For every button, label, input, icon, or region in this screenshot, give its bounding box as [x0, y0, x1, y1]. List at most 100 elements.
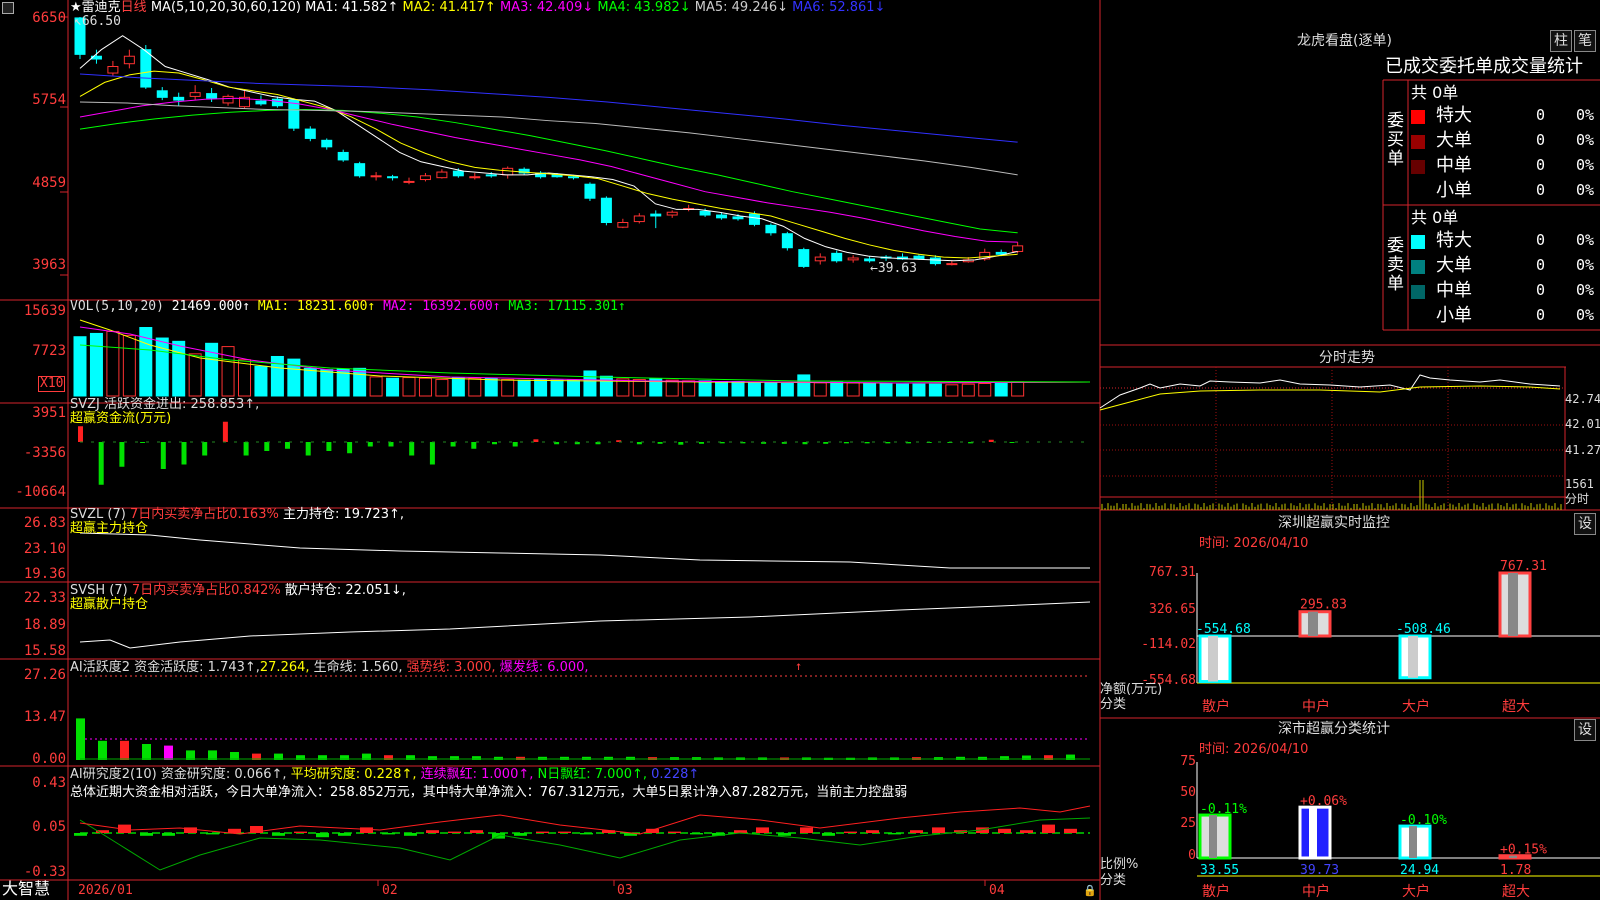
candle	[140, 49, 152, 88]
volume-bar	[320, 369, 334, 397]
svzj-bar	[512, 442, 518, 447]
panel-title: 龙虎看盘(逐单)	[1297, 33, 1392, 49]
buy-total: 共 0单	[1411, 83, 1459, 102]
svsh-axis-label: 18.89	[23, 617, 66, 633]
svzl-header: SVZL (7) 7日内买卖净占比0.163% 主力持仓: 19.723↑,	[70, 507, 404, 522]
intraday-axis-label: 1561	[1565, 477, 1594, 491]
volume-bar	[961, 383, 975, 397]
tick-mode-button[interactable]: 笔	[1574, 30, 1596, 52]
candle	[107, 66, 119, 74]
svzj-bar	[140, 442, 146, 443]
candle	[929, 257, 941, 265]
ai-research-bar	[1020, 830, 1033, 833]
ai-active-marker: ↑	[795, 659, 802, 673]
volume-bar	[632, 379, 646, 397]
monitor-bar-shade	[1308, 611, 1318, 636]
high-marker: ↖66.50	[74, 14, 121, 29]
ai-active-axis-label: 0.00	[32, 751, 66, 767]
tab-bar: 已成交委托单成交量统计	[1385, 57, 1583, 77]
ai-research-bar	[932, 827, 945, 833]
sell-row-pct: 0%	[1576, 231, 1595, 249]
classify-settings-button[interactable]: 设	[1574, 719, 1596, 741]
sell-row-pct: 0%	[1576, 256, 1595, 274]
tab-orders[interactable]: 委托单	[1439, 56, 1493, 77]
monitor-category: 大户	[1402, 698, 1430, 715]
svzj-bar	[243, 442, 249, 456]
candle	[814, 256, 826, 262]
candle	[666, 211, 678, 216]
volume-bar	[764, 382, 778, 397]
monitor-settings-button[interactable]: 设	[1574, 513, 1596, 535]
volume-bar	[715, 381, 729, 397]
svzj-bar	[285, 442, 290, 449]
candle	[600, 197, 612, 224]
tab-volume-stats[interactable]: 成交量统计	[1493, 56, 1583, 77]
candle	[699, 210, 711, 216]
ai-research-bar	[536, 831, 549, 833]
monitor-xlabel: 分类	[1100, 697, 1127, 712]
volume-bar	[254, 365, 268, 397]
bar-mode-button[interactable]: 柱	[1550, 30, 1572, 52]
buy-row-name: 中单	[1436, 155, 1472, 176]
volume-bar	[353, 367, 367, 397]
ma-value-5: MA5: 49.246↓	[690, 0, 789, 15]
candle	[370, 175, 382, 178]
intraday-title: 分时走势	[1319, 350, 1375, 366]
ai-active-bar	[516, 756, 525, 760]
brand-label[interactable]: 大智慧	[2, 881, 50, 897]
ai-research-green-line	[79, 817, 1091, 871]
monitor-title: 深圳超赢实时监控	[1278, 515, 1390, 531]
volume-bar	[303, 367, 317, 397]
candle	[436, 171, 448, 179]
svzj-bar	[1009, 442, 1015, 443]
ai-research-bar	[800, 827, 813, 833]
candle	[748, 213, 760, 225]
candle	[156, 90, 168, 98]
ai-active-bar	[164, 745, 173, 760]
svzj-bar	[222, 421, 228, 442]
price-axis-label: 6650	[32, 10, 66, 26]
volume-unit[interactable]: X10	[38, 376, 66, 392]
classify-change-label: -0.10%	[1400, 813, 1447, 828]
time-axis-label: 2026/01	[78, 883, 133, 898]
monitor-value-label: -554.68	[1196, 622, 1251, 637]
ai-research-bar	[778, 833, 791, 836]
sell-row-swatch	[1411, 235, 1425, 249]
ai-research-bar	[162, 833, 175, 836]
classify-time: 时间: 2026/04/10	[1199, 742, 1309, 757]
period-label[interactable]: 日线	[121, 0, 147, 15]
classify-category: 中户	[1302, 883, 1330, 900]
ai-research-bar	[338, 833, 351, 836]
ai-research-bar	[844, 831, 857, 833]
svzl-axis-label: 19.36	[23, 566, 66, 582]
sell-total: 共 0单	[1411, 208, 1459, 227]
svzj-bar	[367, 442, 373, 447]
monitor-bar-shade	[1508, 573, 1518, 636]
ai-research-bar	[360, 827, 373, 833]
tab-traded[interactable]: 已成交	[1385, 56, 1439, 77]
ai-active-bar	[142, 744, 151, 760]
volume-header: VOL(5,10,20) 21469.000↑ MA1: 18231.600↑ …	[70, 299, 626, 314]
ai-active-bar	[120, 740, 129, 760]
classify-xlabel: 分类	[1100, 873, 1127, 888]
monitor-category: 超大	[1502, 699, 1530, 715]
lock-icon[interactable]: 🔒	[1083, 884, 1097, 898]
intraday-axis-label: 42.74	[1565, 392, 1600, 406]
classify-value-label: 39.73	[1300, 863, 1339, 878]
svzj-bar	[181, 442, 187, 465]
buy-row-swatch	[1411, 160, 1425, 174]
candle	[617, 222, 629, 228]
candle	[173, 96, 185, 101]
star-icon[interactable]: ★	[70, 0, 82, 15]
ma-value-1: MA1: 41.582↑	[305, 0, 399, 15]
svzj-bar	[699, 442, 704, 444]
svzj-bar	[326, 442, 332, 451]
svzj-header: SVZJ 活跃资金进出: 258.853↑,	[70, 397, 260, 412]
buy-row-count: 0	[1536, 106, 1546, 124]
volume-bar	[780, 382, 794, 397]
volume-bar	[698, 380, 712, 397]
main-chart-canvas[interactable]: ↑ -554.68 散户 295.83 中户 -508.46 大户 767.31 超大 -0.11…	[0, 0, 1600, 900]
sell-row-count: 0	[1536, 281, 1546, 299]
volume-bar	[863, 382, 877, 397]
svzj-bar	[843, 442, 849, 444]
